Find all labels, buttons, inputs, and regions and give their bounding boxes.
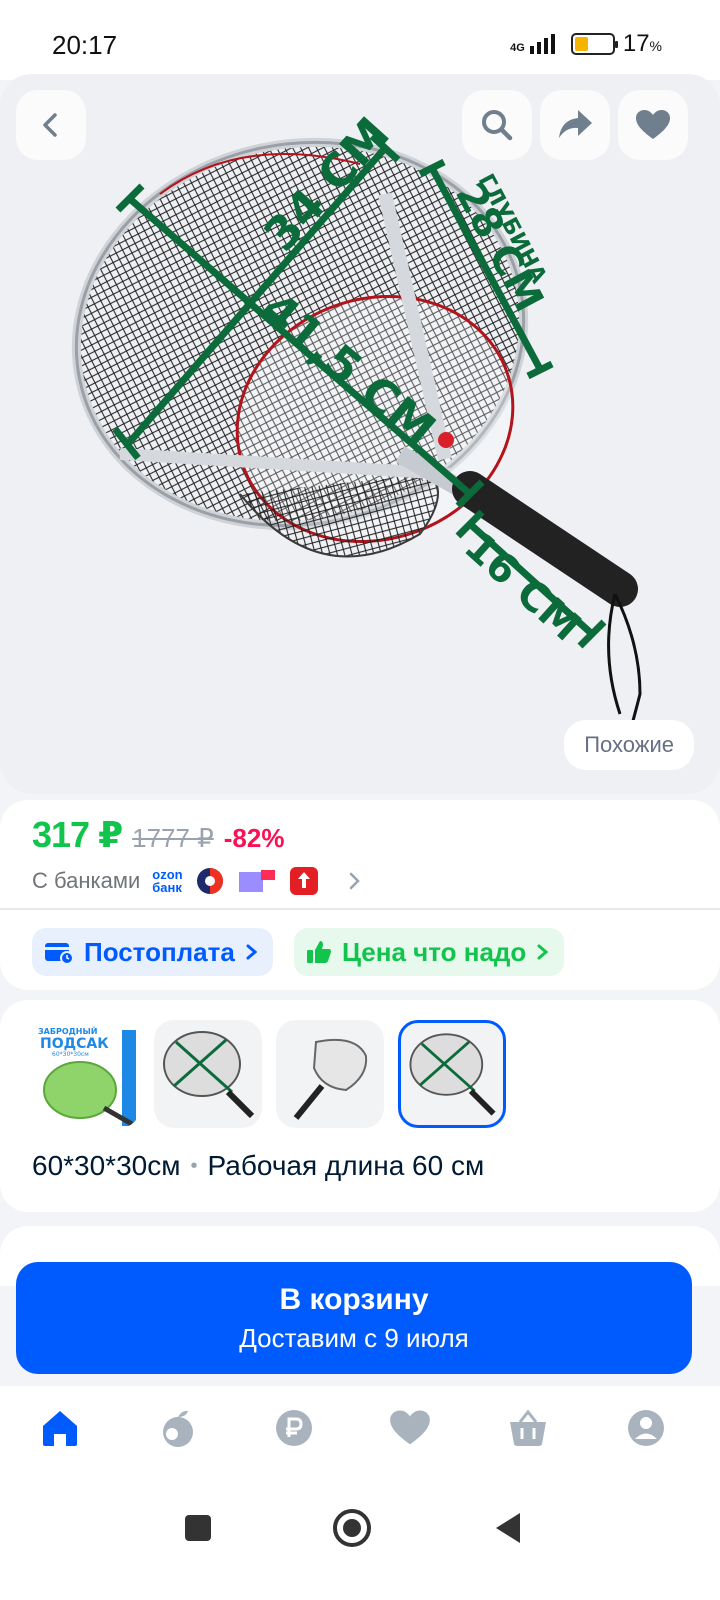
bottom-navigation <box>0 1386 720 1470</box>
good-price-label: Цена что надо <box>342 936 527 967</box>
good-price-chip[interactable]: Цена что надо <box>294 928 565 976</box>
profile-icon <box>628 1410 664 1446</box>
nav-finance[interactable] <box>270 1404 318 1452</box>
separator-dot: • <box>190 1154 198 1177</box>
variant-thumb-1[interactable]: ЗАБРОДНЫЙ ПОДСАК 60*30*30см <box>32 1020 140 1128</box>
add-to-cart-button[interactable]: В корзину Доставим с 9 июля <box>16 1262 692 1374</box>
network-type: 4G <box>510 42 525 54</box>
back-button[interactable] <box>16 90 86 160</box>
share-icon <box>559 110 592 138</box>
circle-icon <box>333 1509 371 1547</box>
product-image: 34 СМ 41,5 СМ ГЛУБИНА 28 СМ 16 СМ <box>71 107 642 765</box>
variant-thumb-2[interactable] <box>154 1020 262 1128</box>
heart-icon <box>636 110 670 139</box>
ozon-bank-logo: ozon банк <box>152 867 183 895</box>
battery-icon <box>570 33 618 55</box>
price-card: 317 ₽ 1777 ₽ -82% С банками ozon банк Пос… <box>0 800 720 990</box>
delivery-date: Доставим с 9 июля <box>239 1322 469 1353</box>
favorite-button[interactable] <box>618 90 688 160</box>
signal-icon: 4G <box>510 34 555 54</box>
status-bar: 20:17 4G 17% <box>0 0 720 80</box>
wallet-clock-icon <box>45 943 74 965</box>
bank-logo-icon <box>238 870 275 892</box>
cart-icon <box>510 1409 546 1446</box>
search-icon <box>482 110 513 141</box>
variant-image: ЗАБРОДНЫЙ ПОДСАК 60*30*30см <box>32 1020 140 1128</box>
bank-logo-icon <box>196 868 223 894</box>
old-price: 1777 ₽ <box>132 823 214 853</box>
variant-work-length: Рабочая длина 60 см <box>207 1150 485 1181</box>
banks-label: С банками <box>32 868 141 893</box>
product-gallery[interactable]: 34 СМ 41,5 СМ ГЛУБИНА 28 СМ 16 СМ Похожи… <box>0 74 720 794</box>
similar-button[interactable]: Похожие <box>564 720 694 770</box>
bank-offers[interactable]: С банками ozon банк <box>32 866 363 896</box>
system-navigation-bar <box>0 1470 720 1600</box>
variant-image <box>293 1038 368 1120</box>
recent-apps-button[interactable] <box>168 1498 228 1558</box>
svg-text:60*30*30см: 60*30*30см <box>52 1051 89 1058</box>
chevron-right-icon <box>246 944 258 960</box>
price-row: 317 ₽ 1777 ₽ -82% <box>32 814 284 856</box>
nav-fresh[interactable] <box>154 1404 202 1452</box>
variants-card: ЗАБРОДНЫЙ ПОДСАК 60*30*30см 60*30*30см •… <box>0 1000 720 1212</box>
chevron-right-icon <box>349 872 360 890</box>
square-icon <box>185 1515 211 1541</box>
divider <box>0 908 720 910</box>
home-icon <box>43 1411 77 1446</box>
variant-image <box>409 1033 496 1116</box>
home-system-button[interactable] <box>322 1498 382 1558</box>
variant-thumb-3[interactable] <box>276 1020 384 1128</box>
variant-size: 60*30*30см <box>32 1150 181 1181</box>
bank-logo-icon <box>289 867 318 895</box>
share-button[interactable] <box>540 90 610 160</box>
postpay-label: Постоплата <box>84 936 235 967</box>
status-time: 20:17 <box>52 30 118 60</box>
svg-text:ЗАБРОДНЫЙ: ЗАБРОДНЫЙ <box>38 1025 97 1036</box>
nav-profile[interactable] <box>622 1404 670 1452</box>
status-indicators: 4G 17% <box>510 30 662 58</box>
postpay-chip[interactable]: Постоплата <box>32 928 273 976</box>
current-price: 317 ₽ <box>32 814 123 855</box>
thumbs-up-icon <box>307 941 331 963</box>
add-to-cart-label: В корзину <box>279 1282 429 1316</box>
variant-thumb-4-selected[interactable] <box>398 1020 506 1128</box>
back-system-button[interactable] <box>478 1498 538 1558</box>
search-button[interactable] <box>462 90 532 160</box>
chevron-right-icon <box>537 944 549 960</box>
battery-level <box>574 37 588 51</box>
nav-favorites[interactable] <box>386 1404 434 1452</box>
heart-icon <box>390 1410 430 1445</box>
discount-badge: -82% <box>223 823 285 853</box>
variant-description: 60*30*30см • Рабочая длина 60 см <box>32 1150 484 1182</box>
fresh-icon <box>163 1410 193 1447</box>
nav-home[interactable] <box>36 1404 84 1452</box>
variant-image <box>163 1031 255 1119</box>
ruble-icon <box>276 1410 312 1446</box>
nav-cart[interactable] <box>504 1404 552 1452</box>
svg-text:ПОДСАК: ПОДСАК <box>40 1036 109 1052</box>
triangle-back-icon <box>496 1513 520 1543</box>
chevron-left-icon <box>43 113 57 137</box>
battery-percent: 17% <box>622 30 662 57</box>
